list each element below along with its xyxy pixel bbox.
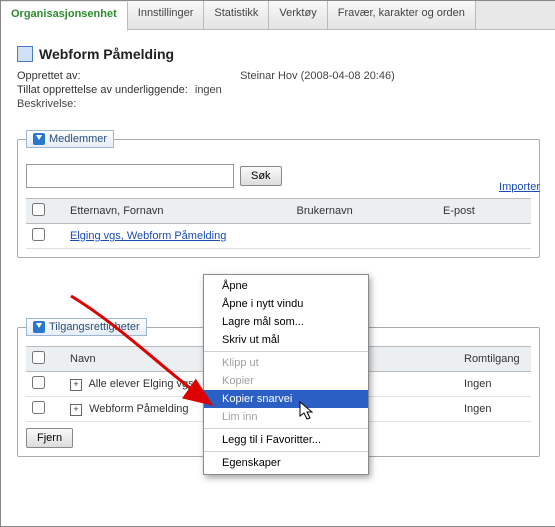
ctx-separator bbox=[204, 451, 368, 452]
importer-link[interactable]: Importer bbox=[499, 181, 540, 193]
ctx-copy-shortcut[interactable]: Kopier snarvei bbox=[204, 390, 368, 408]
description-row: Beskrivelse: bbox=[17, 98, 540, 110]
allow-sub-row: Tillat opprettelse av underliggende: ing… bbox=[17, 84, 540, 96]
row-checkbox[interactable] bbox=[32, 376, 45, 389]
tab-statistikk[interactable]: Statistikk bbox=[204, 1, 269, 29]
app-window: Organisasjonsenhet Innstillinger Statist… bbox=[0, 0, 555, 527]
col-room[interactable]: Romtilgang bbox=[458, 347, 531, 372]
select-all-members[interactable] bbox=[32, 203, 45, 216]
collapse-icon bbox=[33, 133, 45, 145]
access-name: Alle elever Elging vgs bbox=[88, 378, 193, 390]
created-value: Steinar Hov (2008-04-08 20:46) bbox=[240, 70, 395, 82]
page-title: Webform Påmelding bbox=[17, 46, 540, 62]
created-row: Opprettet av: Steinar Hov (2008-04-08 20… bbox=[17, 70, 540, 82]
tab-fravaer[interactable]: Fravær, karakter og orden bbox=[328, 1, 476, 29]
org-unit-icon bbox=[17, 46, 33, 62]
access-legend-text: Tilgangsrettigheter bbox=[49, 321, 140, 333]
ctx-copy: Kopier bbox=[204, 372, 368, 390]
tab-bar: Organisasjonsenhet Innstillinger Statist… bbox=[1, 1, 555, 30]
expand-icon[interactable]: + bbox=[70, 379, 82, 391]
ctx-add-favorites[interactable]: Legg til i Favoritter... bbox=[204, 431, 368, 449]
member-link[interactable]: Elging vgs, Webform Påmelding bbox=[70, 230, 226, 242]
allow-sub-value: ingen bbox=[195, 84, 222, 96]
ctx-save-target[interactable]: Lagre mål som... bbox=[204, 313, 368, 331]
members-legend-text: Medlemmer bbox=[49, 133, 107, 145]
access-legend[interactable]: Tilgangsrettigheter bbox=[26, 318, 147, 336]
allow-sub-label: Tillat opprettelse av underliggende: bbox=[17, 84, 188, 96]
access-room: Ingen bbox=[458, 397, 531, 422]
description-label: Beskrivelse: bbox=[17, 98, 76, 110]
select-all-access[interactable] bbox=[32, 351, 45, 364]
row-checkbox[interactable] bbox=[32, 228, 45, 241]
tab-organisasjonsenhet[interactable]: Organisasjonsenhet bbox=[1, 2, 128, 31]
ctx-cut: Klipp ut bbox=[204, 354, 368, 372]
remove-button[interactable]: Fjern bbox=[26, 428, 73, 448]
ctx-separator bbox=[204, 351, 368, 352]
expand-icon[interactable]: + bbox=[70, 404, 82, 416]
ctx-open[interactable]: Åpne bbox=[204, 277, 368, 295]
ctx-open-new[interactable]: Åpne i nytt vindu bbox=[204, 295, 368, 313]
members-group: Medlemmer Søk Etternavn, Fornavn Brukern… bbox=[17, 130, 540, 258]
created-label: Opprettet av: bbox=[17, 70, 237, 82]
access-name: Webform Påmelding bbox=[89, 403, 188, 415]
search-input[interactable] bbox=[26, 164, 234, 188]
col-user[interactable]: Brukernavn bbox=[291, 199, 437, 224]
table-row: Elging vgs, Webform Påmelding bbox=[26, 224, 531, 249]
ctx-separator bbox=[204, 428, 368, 429]
page-title-text: Webform Påmelding bbox=[39, 46, 174, 62]
ctx-paste: Lim inn bbox=[204, 408, 368, 426]
ctx-properties[interactable]: Egenskaper bbox=[204, 454, 368, 472]
members-legend[interactable]: Medlemmer bbox=[26, 130, 114, 148]
row-checkbox[interactable] bbox=[32, 401, 45, 414]
col-email[interactable]: E-post bbox=[437, 199, 531, 224]
members-table: Etternavn, Fornavn Brukernavn E-post Elg… bbox=[26, 198, 531, 249]
search-button[interactable]: Søk bbox=[240, 166, 282, 186]
access-room: Ingen bbox=[458, 372, 531, 397]
collapse-icon bbox=[33, 321, 45, 333]
ctx-print-target[interactable]: Skriv ut mål bbox=[204, 331, 368, 349]
members-searchbar: Søk bbox=[26, 164, 531, 188]
context-menu: Åpne Åpne i nytt vindu Lagre mål som... … bbox=[203, 274, 369, 475]
col-name[interactable]: Etternavn, Fornavn bbox=[64, 199, 291, 224]
tab-verktoy[interactable]: Verktøy bbox=[269, 1, 327, 29]
tab-innstillinger[interactable]: Innstillinger bbox=[128, 1, 205, 29]
